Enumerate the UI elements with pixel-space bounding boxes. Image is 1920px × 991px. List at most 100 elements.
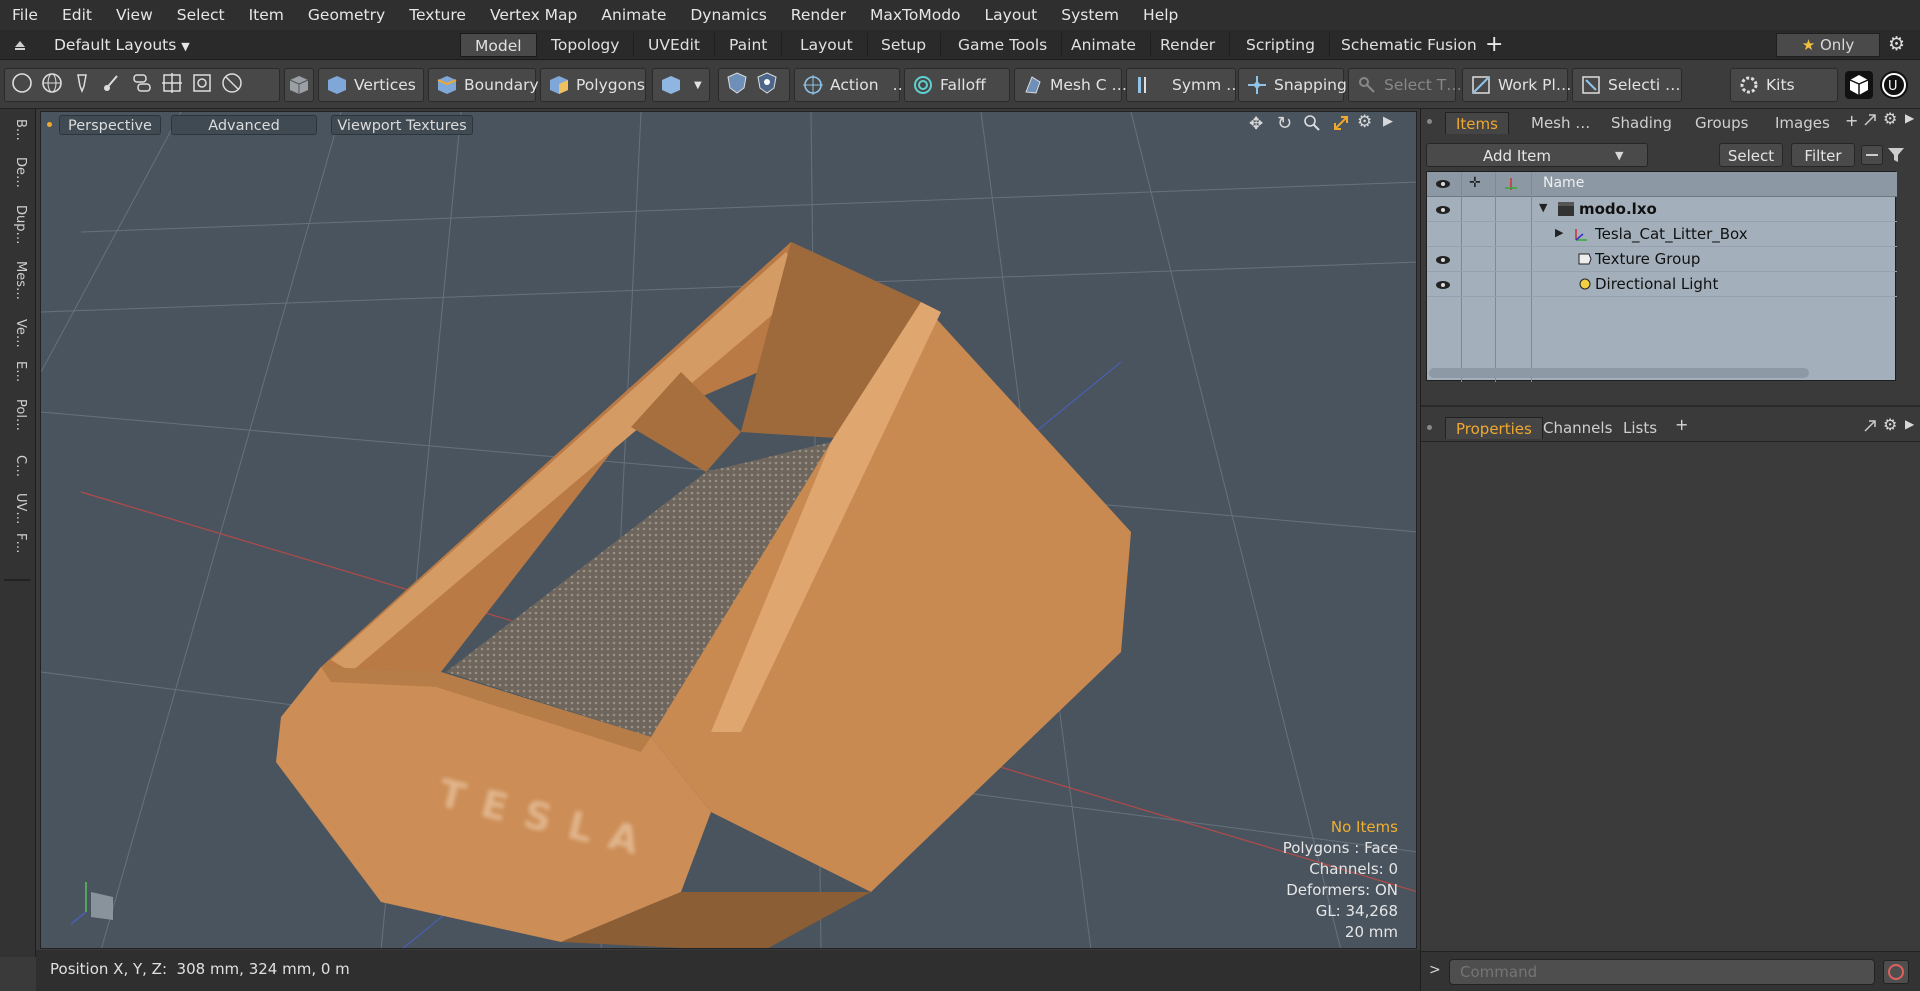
frame-icon[interactable] — [189, 70, 215, 100]
gear-icon[interactable]: ⚙ — [1357, 112, 1372, 132]
list-item[interactable]: ▶ Tesla_Cat_Litter_Box — [1427, 222, 1897, 247]
add-tab-icon[interactable]: + — [1485, 32, 1503, 57]
tab-groups[interactable]: Groups — [1685, 112, 1758, 134]
name-column-header[interactable]: Name — [1543, 175, 1584, 191]
rotate-view-icon[interactable]: ↻ — [1277, 113, 1292, 134]
boundary-button[interactable]: Boundary — [428, 68, 539, 102]
menu-render[interactable]: Render — [779, 0, 858, 30]
tab-layout[interactable]: Layout — [786, 33, 868, 57]
brush-icon[interactable] — [99, 70, 125, 100]
menu-layout[interactable]: Layout — [973, 0, 1050, 30]
left-tab-uv[interactable]: UV… — [6, 493, 28, 524]
work-plane-button[interactable]: Work Pl… — [1462, 68, 1571, 102]
snapping-button[interactable]: Snapping — [1238, 68, 1347, 102]
menu-file[interactable]: File — [0, 0, 50, 30]
gear-icon[interactable]: ⚙ — [1883, 415, 1897, 434]
collapse-icon[interactable] — [1861, 145, 1883, 165]
cube-app-icon[interactable] — [1845, 71, 1873, 99]
menu-animate[interactable]: Animate — [589, 0, 678, 30]
move-view-icon[interactable]: ✥ — [1249, 114, 1263, 134]
filter-button[interactable]: Filter — [1791, 143, 1855, 167]
tab-shading[interactable]: Shading — [1601, 112, 1682, 134]
gear-icon[interactable]: ⚙ — [1888, 33, 1905, 55]
menu-select[interactable]: Select — [165, 0, 237, 30]
expand-arrow-icon[interactable]: ▼ — [1539, 201, 1547, 214]
advanced-button[interactable]: Advanced — [171, 115, 317, 135]
tab-render[interactable]: Render — [1146, 33, 1231, 57]
select-button[interactable]: Select — [1719, 143, 1783, 167]
record-icon[interactable] — [1883, 960, 1909, 984]
item-mode-button[interactable] — [284, 68, 314, 102]
collapse-up-icon[interactable] — [12, 36, 28, 52]
menu-dynamics[interactable]: Dynamics — [678, 0, 778, 30]
perspective-button[interactable]: Perspective — [59, 115, 161, 135]
kits-button[interactable]: Kits — [1730, 68, 1838, 102]
left-tab-fusion[interactable]: F… — [6, 533, 28, 553]
menu-vertex-map[interactable]: Vertex Map — [478, 0, 589, 30]
menu-help[interactable]: Help — [1131, 0, 1190, 30]
left-tab-curve[interactable]: C… — [6, 455, 28, 477]
select-through-button[interactable]: Select T… — [1348, 68, 1462, 102]
shield-alt-icon[interactable] — [755, 71, 779, 99]
left-tab-polygon[interactable]: Pol… — [6, 399, 28, 431]
chain-icon[interactable] — [129, 70, 155, 100]
menu-maxtomodo[interactable]: MaxToModo — [858, 0, 973, 30]
only-button[interactable]: ★ Only — [1776, 33, 1880, 57]
command-input[interactable] — [1449, 959, 1875, 985]
slash-circle-icon[interactable] — [219, 70, 245, 100]
add-tab-icon[interactable]: + — [1675, 415, 1688, 434]
list-scrollbar[interactable] — [1429, 368, 1809, 378]
item-select-button[interactable]: ▼ — [652, 68, 710, 102]
zoom-view-icon[interactable] — [1303, 114, 1321, 136]
tab-scripting[interactable]: Scripting — [1232, 33, 1330, 57]
tab-game-tools[interactable]: Game Tools — [944, 33, 1063, 57]
eye-icon[interactable] — [1435, 177, 1451, 195]
layout-selector[interactable]: Default Layouts ▼ — [54, 36, 190, 54]
symmetry-button[interactable]: Symm … — [1126, 68, 1242, 102]
expand-arrow-icon[interactable]: ▶ — [1555, 226, 1563, 239]
menu-item[interactable]: Item — [237, 0, 296, 30]
eye-icon[interactable] — [1435, 278, 1451, 296]
tab-properties[interactable]: Properties — [1445, 417, 1543, 439]
eye-icon[interactable] — [1435, 203, 1451, 221]
action-button[interactable]: Action … — [794, 68, 908, 102]
tab-items[interactable]: Items — [1445, 112, 1509, 134]
menu-texture[interactable]: Texture — [397, 0, 478, 30]
falloff-button[interactable]: Falloff — [904, 68, 1010, 102]
tab-schematic-fusion[interactable]: Schematic Fusion — [1327, 33, 1492, 57]
menu-view[interactable]: View — [104, 0, 165, 30]
menu-edit[interactable]: Edit — [50, 0, 104, 30]
grid-icon[interactable] — [159, 70, 185, 100]
funnel-icon[interactable] — [1887, 146, 1905, 168]
tab-setup[interactable]: Setup — [867, 33, 942, 57]
eye-icon[interactable] — [1435, 253, 1451, 271]
circle-select-icon[interactable] — [9, 70, 35, 100]
maximize-view-icon[interactable] — [1333, 115, 1349, 135]
transform-icon[interactable] — [1503, 176, 1519, 196]
lock-icon[interactable]: ✛ — [1469, 175, 1481, 191]
menu-geometry[interactable]: Geometry — [296, 0, 397, 30]
tab-uvedit[interactable]: UVEdit — [634, 33, 715, 57]
tab-mesh[interactable]: Mesh … — [1521, 112, 1600, 134]
tab-animate[interactable]: Animate — [1057, 33, 1151, 57]
expand-icon[interactable] — [1863, 419, 1877, 437]
chevron-right-icon[interactable]: ▶ — [1905, 417, 1914, 431]
list-item[interactable]: Texture Group — [1427, 247, 1897, 272]
tab-topology[interactable]: Topology — [537, 33, 635, 57]
play-icon[interactable]: ▶ — [1383, 114, 1393, 129]
viewport-textures-button[interactable]: Viewport Textures — [331, 115, 473, 135]
left-tab-duplicate[interactable]: Dup… — [6, 205, 28, 245]
left-tab-deform[interactable]: De… — [6, 157, 28, 188]
menu-system[interactable]: System — [1049, 0, 1131, 30]
tab-images[interactable]: Images — [1765, 112, 1840, 134]
unreal-icon[interactable]: U — [1880, 71, 1908, 99]
3d-viewport[interactable]: TESLA Perspective Advanced Viewport Text… — [40, 111, 1417, 949]
left-tab-vertex[interactable]: Ve… — [6, 319, 28, 348]
tab-paint[interactable]: Paint — [715, 33, 783, 57]
left-tab-mesh[interactable]: Mes… — [6, 261, 28, 300]
gear-icon[interactable]: ⚙ — [1883, 109, 1897, 128]
chevron-down-icon[interactable]: ▼ — [1615, 149, 1623, 162]
left-tab-basic[interactable]: B… — [6, 119, 28, 141]
add-tab-icon[interactable]: + — [1845, 111, 1858, 130]
mesh-constraint-button[interactable]: Mesh C … — [1014, 68, 1127, 102]
